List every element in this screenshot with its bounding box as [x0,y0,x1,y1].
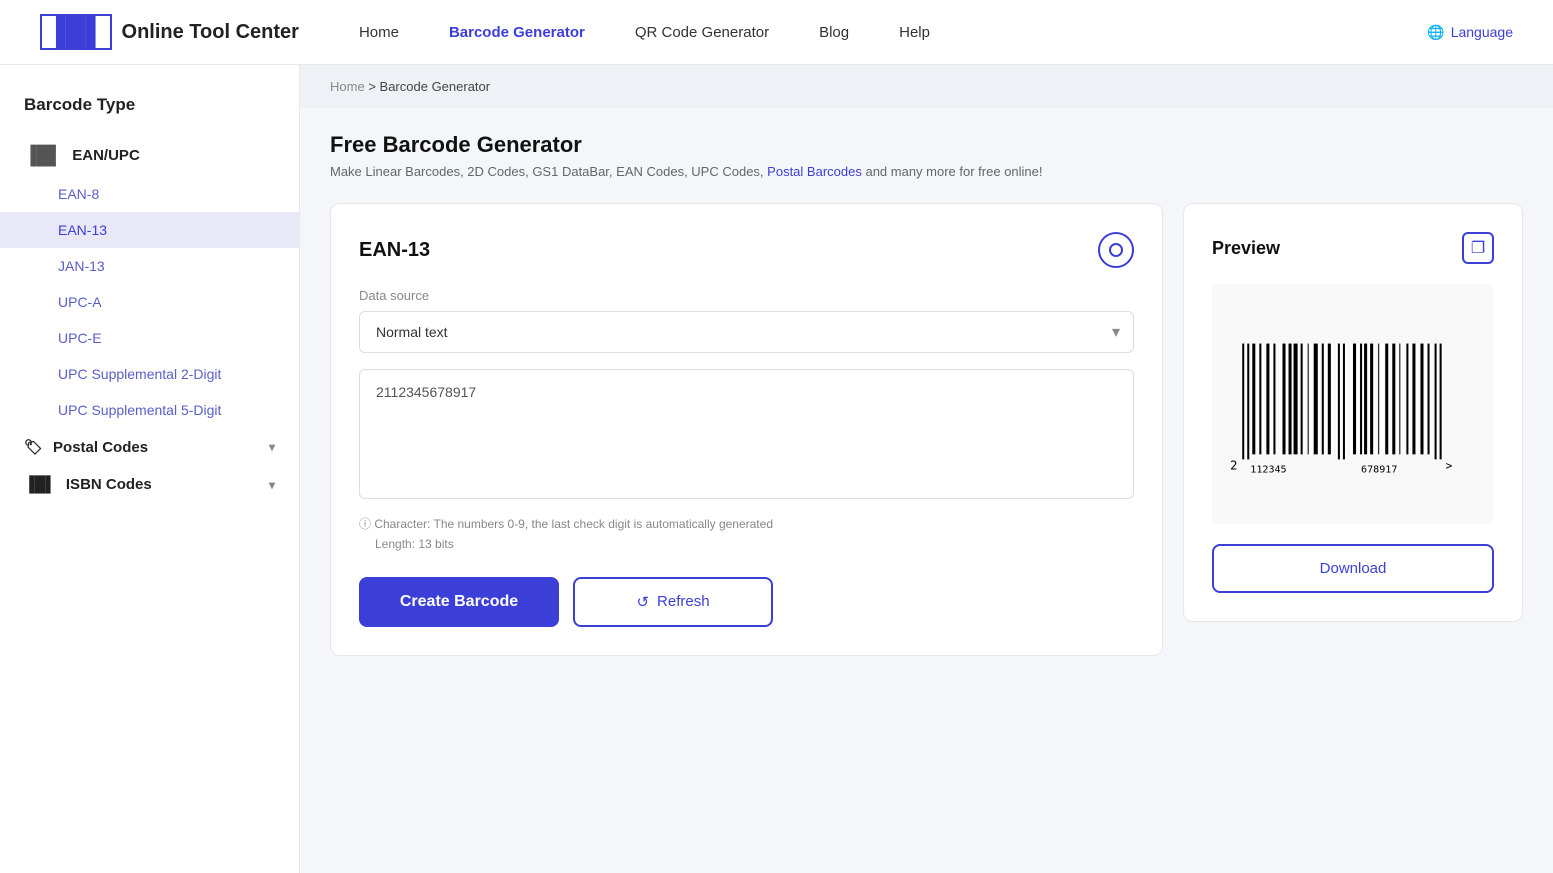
logo-icon: ▐█▌ [40,14,112,50]
refresh-icon: ↺ [636,593,649,611]
isbn-codes-label: ISBN Codes [66,476,152,493]
postal-codes-icon: 🏷 [24,438,43,456]
nav-blog[interactable]: Blog [819,24,849,41]
header: ▐█▌ Online Tool Center Home Barcode Gene… [0,0,1553,65]
breadcrumb-separator: > [368,79,379,94]
barcode-preview-area: 2 [1212,284,1494,524]
sidebar-category-ean-upc: ▐█▌ EAN/UPC [0,135,299,176]
isbn-codes-chevron: ▾ [269,478,275,492]
sidebar-category-isbn-codes[interactable]: ▐█▌ ISBN Codes ▾ [0,466,299,503]
hint-line1: Character: The numbers 0-9, the last che… [374,517,773,531]
nav-qr-code-generator[interactable]: QR Code Generator [635,24,769,41]
postal-codes-left: 🏷 Postal Codes [24,438,148,456]
sidebar-title: Barcode Type [0,95,299,135]
breadcrumb: Home > Barcode Generator [300,65,1553,108]
refresh-label: Refresh [657,593,710,610]
refresh-button[interactable]: ↺ Refresh [573,577,773,627]
breadcrumb-home[interactable]: Home [330,79,365,94]
sidebar-item-ean13[interactable]: EAN-13 [0,212,299,248]
data-source-select[interactable]: Normal text URL Email Phone [359,311,1134,353]
sidebar: Barcode Type ▐█▌ EAN/UPC EAN-8 EAN-13 JA… [0,65,300,873]
sidebar-item-upc-supp5[interactable]: UPC Supplemental 5-Digit [0,392,299,428]
nav-barcode-generator[interactable]: Barcode Generator [449,24,585,41]
main-content: Home > Barcode Generator Free Barcode Ge… [300,65,1553,873]
card-header: EAN-13 [359,232,1134,268]
main-nav: Home Barcode Generator QR Code Generator… [359,24,1427,41]
isbn-codes-left: ▐█▌ ISBN Codes [24,476,152,493]
logo-text: Online Tool Center [122,21,299,44]
card-title: EAN-13 [359,239,430,262]
svg-text:678917: 678917 [1361,464,1397,475]
sidebar-item-upce[interactable]: UPC-E [0,320,299,356]
data-source-select-wrapper: Normal text URL Email Phone ▾ [359,311,1134,353]
sidebar-item-jan13[interactable]: JAN-13 [0,248,299,284]
subtitle-text: Make Linear Barcodes, 2D Codes, GS1 Data… [330,164,764,179]
svg-text:2: 2 [1230,458,1237,472]
preview-title: Preview [1212,238,1280,259]
language-button[interactable]: 🌐 Language [1427,24,1513,41]
postal-codes-chevron: ▾ [269,440,275,454]
barcode-data-input[interactable]: 2112345678917 [359,369,1134,499]
preview-card: Preview ❐ 2 [1183,203,1523,622]
breadcrumb-current: Barcode Generator [380,79,491,94]
create-barcode-button[interactable]: Create Barcode [359,577,559,627]
logo: ▐█▌ Online Tool Center [40,14,299,50]
settings-icon[interactable] [1098,232,1134,268]
ean-upc-icon: ▐█▌ [24,145,62,166]
hint-line2: Length: 13 bits [359,537,454,551]
card-row: EAN-13 Data source Normal text URL Email… [330,203,1523,656]
sidebar-category-postal-codes[interactable]: 🏷 Postal Codes ▾ [0,428,299,466]
info-icon: ⓘ [359,517,374,531]
page-subtitle: Make Linear Barcodes, 2D Codes, GS1 Data… [330,164,1523,179]
copy-icon[interactable]: ❐ [1462,232,1494,264]
postal-codes-label: Postal Codes [53,439,148,456]
svg-text:>: > [1446,459,1453,472]
button-row: Create Barcode ↺ Refresh [359,577,1134,627]
data-source-label: Data source [359,288,1134,303]
generator-card: EAN-13 Data source Normal text URL Email… [330,203,1163,656]
preview-header: Preview ❐ [1212,232,1494,264]
sidebar-item-upca[interactable]: UPC-A [0,284,299,320]
isbn-codes-icon: ▐█▌ [24,476,56,493]
content-area: Free Barcode Generator Make Linear Barco… [300,108,1553,680]
layout: Barcode Type ▐█▌ EAN/UPC EAN-8 EAN-13 JA… [0,65,1553,873]
ean-upc-label: EAN/UPC [72,147,140,164]
subtitle-end: and many more for free online! [865,164,1042,179]
language-label: Language [1451,24,1513,40]
nav-help[interactable]: Help [899,24,930,41]
globe-icon: 🌐 [1427,24,1444,41]
download-button[interactable]: Download [1212,544,1494,593]
barcode-image: 2 [1212,284,1494,524]
page-title: Free Barcode Generator [330,132,1523,158]
subtitle-highlight: Postal Barcodes [767,164,862,179]
nav-home[interactable]: Home [359,24,399,41]
hint-text: ⓘ Character: The numbers 0-9, the last c… [359,514,1134,555]
svg-text:112345: 112345 [1250,464,1286,475]
sidebar-item-ean8[interactable]: EAN-8 [0,176,299,212]
sidebar-item-upc-supp2[interactable]: UPC Supplemental 2-Digit [0,356,299,392]
